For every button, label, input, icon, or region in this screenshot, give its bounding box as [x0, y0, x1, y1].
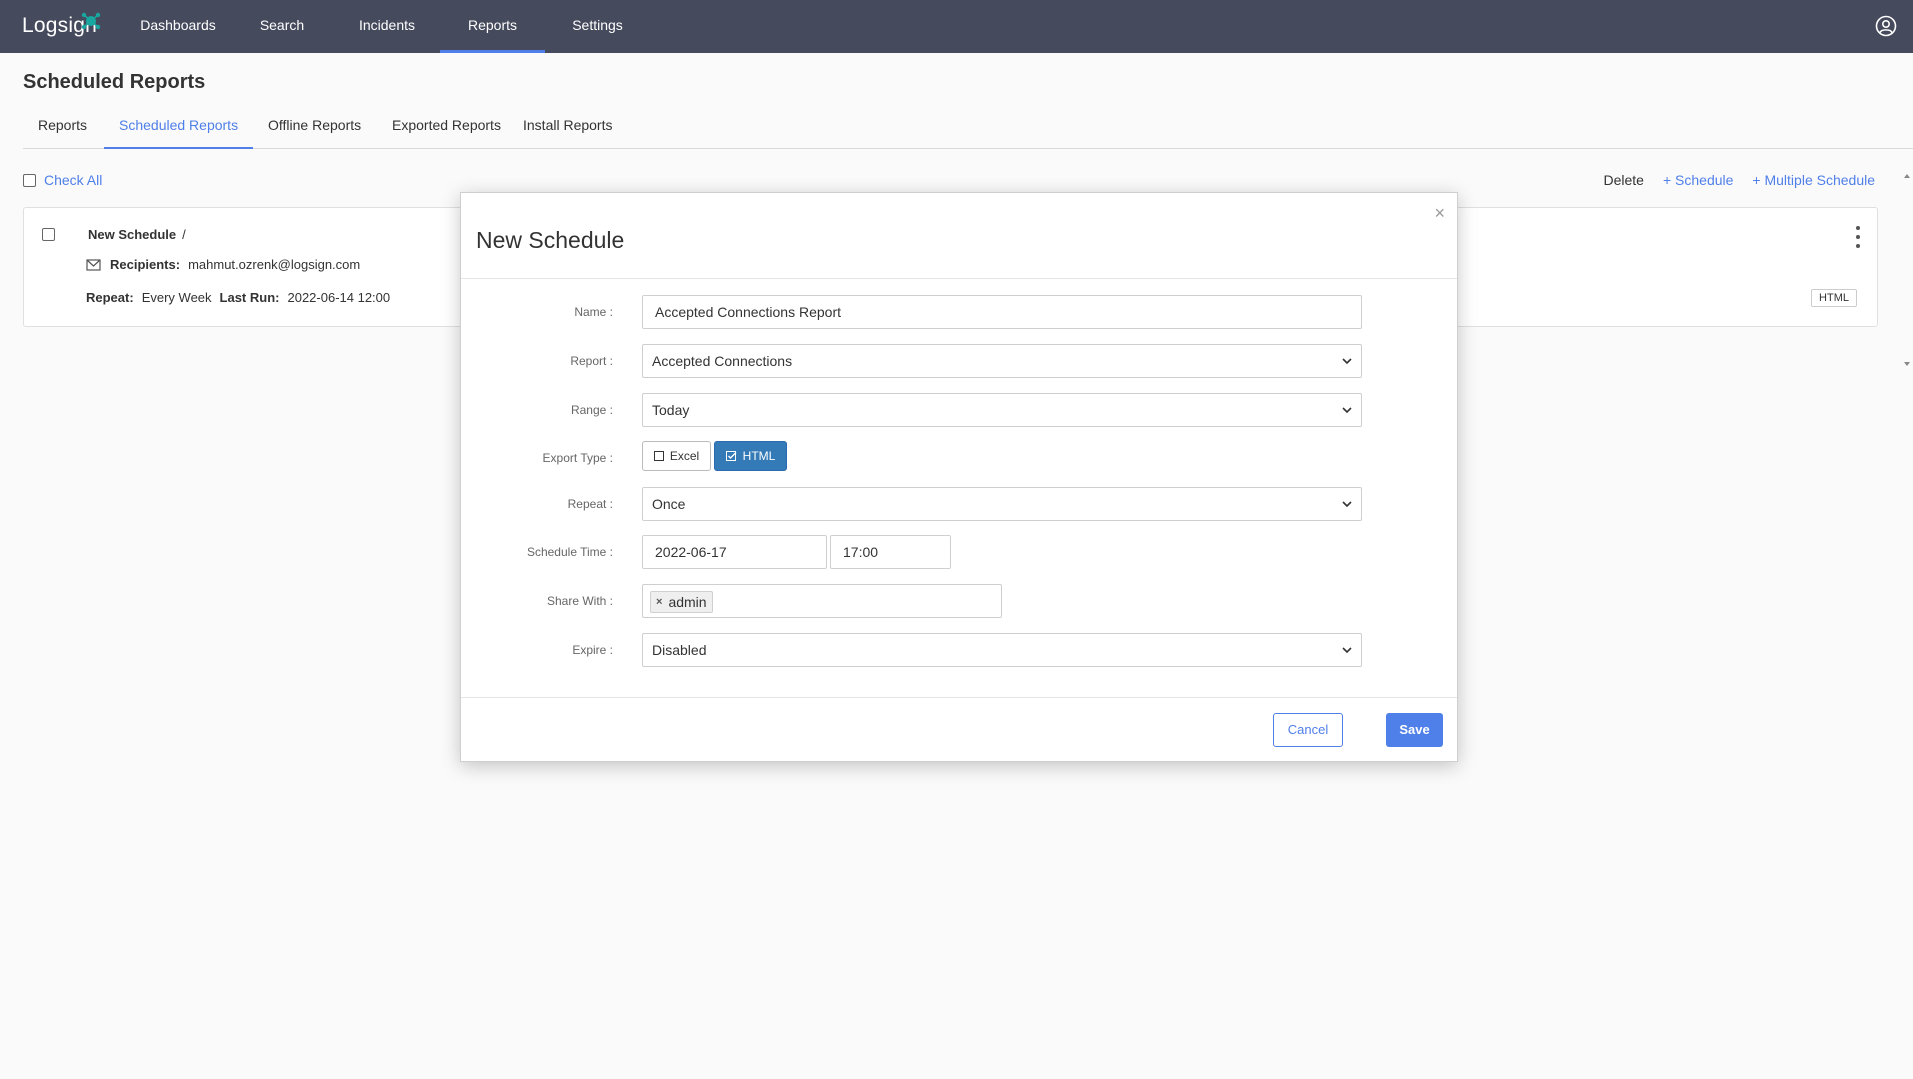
check-all[interactable]: Check All [23, 172, 102, 188]
repeat-select[interactable]: Once [642, 487, 1362, 521]
schedule-checkbox[interactable] [42, 228, 55, 241]
check-all-checkbox[interactable] [23, 173, 36, 187]
repeat-field-label: Repeat : [567, 497, 613, 511]
schedule-date-input[interactable]: 2022-06-17 [642, 535, 827, 569]
name-input[interactable]: Accepted Connections Report [642, 295, 1362, 329]
add-multiple-schedule-button[interactable]: + Multiple Schedule [1752, 172, 1875, 188]
checkbox-empty-icon [653, 451, 664, 461]
add-schedule-button[interactable]: + Schedule [1663, 172, 1733, 188]
cancel-button[interactable]: Cancel [1273, 713, 1343, 747]
chevron-down-icon [1342, 501, 1352, 508]
expire-select[interactable]: Disabled [642, 633, 1362, 667]
modal-header: New Schedule × [461, 193, 1457, 279]
range-select-value: Today [652, 402, 690, 418]
range-label: Range : [570, 403, 613, 417]
report-label: Report : [570, 354, 613, 368]
repeat-select-value: Once [652, 496, 686, 512]
nav-settings[interactable]: Settings [545, 0, 650, 53]
export-type-badge: HTML [1811, 289, 1857, 307]
chevron-down-icon [1342, 358, 1352, 365]
mail-icon [86, 258, 101, 271]
recipients-row: Recipients: mahmut.ozrenk@logsign.com [64, 257, 360, 272]
save-button[interactable]: Save [1386, 713, 1443, 747]
checkbox-checked-icon [725, 451, 737, 461]
export-excel-toggle[interactable]: Excel [642, 441, 711, 471]
toolbar-actions: Delete + Schedule + Multiple Schedule [1604, 172, 1876, 188]
export-html-toggle[interactable]: HTML [714, 441, 787, 471]
repeat-label: Repeat: [86, 290, 134, 305]
recipients-value: mahmut.ozrenk@logsign.com [188, 257, 361, 272]
user-account-icon[interactable] [1875, 15, 1897, 37]
check-all-label[interactable]: Check All [44, 172, 102, 188]
new-schedule-modal: New Schedule × Name : Accepted Connectio… [460, 192, 1458, 762]
recipients-label: Recipients: [110, 257, 181, 272]
repeat-row: Repeat: Every Week Last Run: 2022-06-14 … [64, 290, 390, 305]
expire-select-value: Disabled [652, 642, 707, 658]
export-excel-label: Excel [669, 449, 700, 463]
nav-dashboards[interactable]: Dashboards [127, 0, 229, 53]
repeat-value: Every Week [141, 290, 212, 305]
nav-incidents[interactable]: Incidents [335, 0, 439, 53]
report-select[interactable]: Accepted Connections [642, 344, 1362, 378]
more-options-icon[interactable] [1855, 226, 1861, 248]
modal-title: New Schedule [476, 227, 625, 253]
tab-exported-reports[interactable]: Exported Reports [377, 110, 516, 149]
chip-remove-icon[interactable]: × [656, 592, 662, 612]
name-label: Name : [574, 305, 613, 319]
chevron-down-icon [1342, 647, 1352, 654]
schedule-time-input[interactable]: 17:00 [830, 535, 951, 569]
share-with-label: Share With : [546, 594, 613, 608]
share-chip-admin: × admin [650, 591, 713, 613]
tab-reports[interactable]: Reports [23, 110, 102, 149]
share-chip-label: admin [668, 594, 707, 610]
nav-reports[interactable]: Reports [440, 0, 545, 53]
tab-install-reports[interactable]: Install Reports [508, 110, 627, 149]
report-tabs: Reports Scheduled Reports Offline Report… [23, 110, 1913, 149]
schedule-time-label: Schedule Time : [526, 545, 613, 559]
export-type-label: Export Type : [542, 451, 613, 465]
expire-label: Expire : [572, 643, 613, 657]
export-html-label: HTML [742, 449, 776, 463]
title-separator: / [182, 227, 186, 242]
range-select[interactable]: Today [642, 393, 1362, 427]
schedule-title: New Schedule / [88, 227, 186, 242]
last-run-label: Last Run: [219, 290, 280, 305]
page-title: Scheduled Reports [23, 71, 206, 93]
top-navbar: Logsign Dashboards Search Incidents Repo… [0, 0, 1913, 53]
schedule-name: New Schedule [88, 227, 177, 242]
delete-button[interactable]: Delete [1604, 172, 1644, 188]
close-icon[interactable]: × [1434, 203, 1445, 224]
chevron-down-icon [1342, 407, 1352, 414]
tab-offline-reports[interactable]: Offline Reports [253, 110, 376, 149]
report-select-value: Accepted Connections [652, 353, 793, 369]
share-with-input[interactable]: × admin [642, 584, 1002, 618]
tab-scheduled-reports[interactable]: Scheduled Reports [104, 110, 254, 149]
last-run-value: 2022-06-14 12:00 [287, 290, 391, 305]
modal-footer: Cancel Save [461, 697, 1457, 762]
nav-search[interactable]: Search [240, 0, 324, 53]
page-scrollbar[interactable] [1903, 172, 1911, 372]
logo-mark-icon [81, 12, 101, 30]
